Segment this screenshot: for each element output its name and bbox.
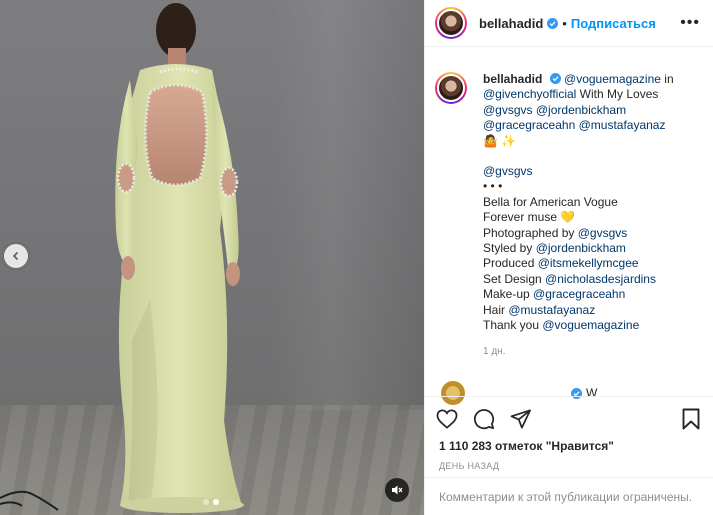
credit-label: Set Design (483, 271, 546, 286)
author-avatar[interactable] (435, 7, 467, 39)
carousel-dot-active (213, 499, 219, 505)
mention-link[interactable]: @gracegraceahn (483, 118, 575, 132)
caption-word: With My Loves (576, 87, 659, 102)
bookmark-icon (682, 408, 700, 430)
post-date[interactable]: день назад (439, 461, 703, 471)
floor-cable (0, 490, 59, 511)
credit-label: Make-up (483, 287, 534, 302)
more-options-icon[interactable]: ••• (680, 15, 700, 31)
speaker-muted-icon (392, 485, 403, 495)
mute-toggle-button[interactable] (385, 478, 409, 502)
mention-link[interactable]: @jordenbickham (536, 103, 626, 117)
caption-author-avatar[interactable] (435, 72, 467, 104)
mention-link[interactable]: @itsmekellymcgee (538, 256, 639, 270)
verified-badge-icon (549, 73, 561, 84)
carousel-dot (203, 499, 209, 505)
comments-restricted-notice: Комментарии к этой публикации ограничены… (425, 477, 713, 515)
credit-label: Produced (483, 256, 538, 271)
mention-link[interactable]: @mustafayanaz (579, 118, 666, 132)
credit-label: Hair (483, 302, 509, 317)
post-media[interactable] (0, 0, 424, 515)
post-actions: 1 110 283 отметок "Нравится" день назад … (425, 396, 713, 515)
credit-label: Photographed by (483, 225, 578, 240)
comment-bubble-icon (473, 409, 495, 430)
yellow-heart-emoji: 💛 (560, 210, 576, 225)
caption-timestamp[interactable]: 1 дн. (483, 346, 703, 357)
comment-button[interactable] (472, 407, 496, 431)
carousel-prev-button[interactable] (4, 244, 28, 268)
header-separator: • (562, 15, 567, 31)
mention-link[interactable]: @gvsgvs (483, 103, 533, 117)
caption-dots: • • • (483, 179, 503, 194)
paper-plane-icon (510, 409, 531, 429)
mention-link[interactable]: @gvsgvs (578, 226, 628, 240)
post-header: bellahadid • Подписаться ••• (425, 0, 713, 47)
post-side-panel: bellahadid • Подписаться ••• bellahadid … (424, 0, 713, 515)
mention-link[interactable]: @voguemagazine (542, 318, 639, 332)
save-button[interactable] (679, 407, 703, 431)
mention-link[interactable]: @gracegraceahn (533, 287, 625, 301)
caption-text: bellahadid @voguemagazine in @givenchyof… (483, 72, 693, 334)
heart-icon (436, 409, 458, 429)
author-username[interactable]: bellahadid (479, 16, 543, 31)
follow-button[interactable]: Подписаться (571, 16, 656, 31)
mention-link[interactable]: @jordenbickham (536, 241, 626, 255)
likes-count[interactable]: 1 110 283 отметок "Нравится" (439, 439, 703, 453)
credit-label: Thank you (483, 318, 543, 333)
credit-label: Styled by (483, 241, 536, 256)
mention-link[interactable]: @mustafayanaz (508, 303, 595, 317)
caption-line: Bella for American Vogue (483, 194, 618, 209)
action-icons (435, 402, 703, 436)
model-photo (115, 3, 244, 513)
caption: bellahadid @voguemagazine in @givenchyof… (435, 72, 703, 334)
caption-line: Forever muse (483, 210, 561, 225)
mention-link[interactable]: @gvsgvs (483, 164, 533, 178)
verified-badge-icon (547, 17, 559, 29)
chevron-left-icon (12, 251, 19, 261)
caption-emojis: 🤷 ✨ (483, 133, 517, 148)
carousel-indicators (203, 499, 219, 505)
mention-link[interactable]: @voguemagazine (564, 72, 661, 86)
comments-section: bellahadid @voguemagazine in @givenchyof… (425, 48, 713, 383)
share-button[interactable] (509, 407, 533, 431)
mention-link[interactable]: @nicholasdesjardins (545, 272, 656, 286)
caption-username[interactable]: bellahadid (483, 72, 542, 86)
like-button[interactable] (435, 407, 459, 431)
caption-word: in (660, 72, 674, 86)
mention-link[interactable]: @givenchyofficial (483, 87, 576, 101)
